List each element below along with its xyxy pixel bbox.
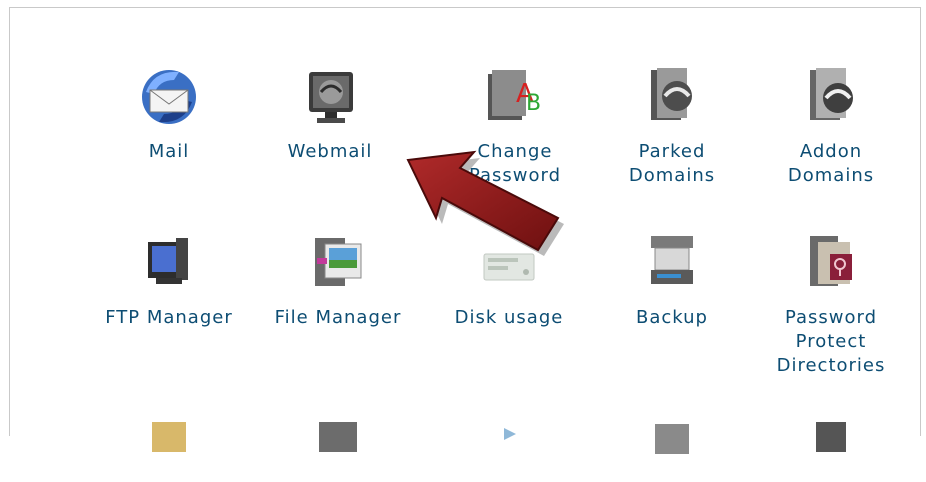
change-password-icon: A B xyxy=(488,70,541,120)
addon-domains-label: Addon Domains xyxy=(787,141,875,186)
disk-usage-item[interactable]: Disk usage xyxy=(434,228,584,330)
webmail-icon xyxy=(309,72,353,123)
change-password-label: Change Password xyxy=(468,141,562,186)
file-manager-icon xyxy=(315,238,362,286)
password-protect-icon xyxy=(810,236,852,286)
webmail-item[interactable]: Webmail xyxy=(255,62,405,164)
tool-icon xyxy=(816,422,846,452)
parked-domains-item[interactable]: Parked Domains xyxy=(597,62,747,188)
ftp-manager-icon xyxy=(148,238,188,284)
password-protect-item[interactable]: Password Protect Directories xyxy=(756,228,906,378)
password-protect-label: Password Protect Directories xyxy=(776,307,886,376)
file-manager-item[interactable]: File Manager xyxy=(263,228,413,330)
row3-item-1[interactable] xyxy=(94,412,244,482)
parked-domains-icon xyxy=(651,68,692,120)
mail-label: Mail xyxy=(148,141,190,162)
file-manager-label: File Manager xyxy=(274,307,402,328)
backup-icon xyxy=(651,236,693,284)
disk-usage-icon xyxy=(483,253,535,281)
ftp-manager-item[interactable]: FTP Manager xyxy=(94,228,244,330)
addon-domains-item[interactable]: Addon Domains xyxy=(756,62,906,188)
ftp-manager-label: FTP Manager xyxy=(105,307,233,328)
svg-text:B: B xyxy=(526,91,541,116)
backup-label: Backup xyxy=(636,307,708,328)
arrow-icon xyxy=(504,428,516,440)
addon-domains-icon xyxy=(810,68,853,120)
webmail-label: Webmail xyxy=(287,141,373,162)
row3-item-4[interactable] xyxy=(597,412,747,482)
row3-item-2[interactable] xyxy=(263,412,413,482)
change-password-item[interactable]: A B Change Password xyxy=(440,62,590,188)
parked-domains-label: Parked Domains xyxy=(628,141,716,186)
folder-icon xyxy=(152,422,186,452)
mail-icon xyxy=(142,70,196,124)
row3-item-5[interactable] xyxy=(756,412,906,482)
disk-usage-label: Disk usage xyxy=(454,307,564,328)
document-icon xyxy=(319,422,357,452)
drive-icon xyxy=(655,424,689,454)
backup-item[interactable]: Backup xyxy=(597,228,747,330)
row3-item-3[interactable] xyxy=(434,412,584,482)
mail-item[interactable]: Mail xyxy=(94,62,244,164)
